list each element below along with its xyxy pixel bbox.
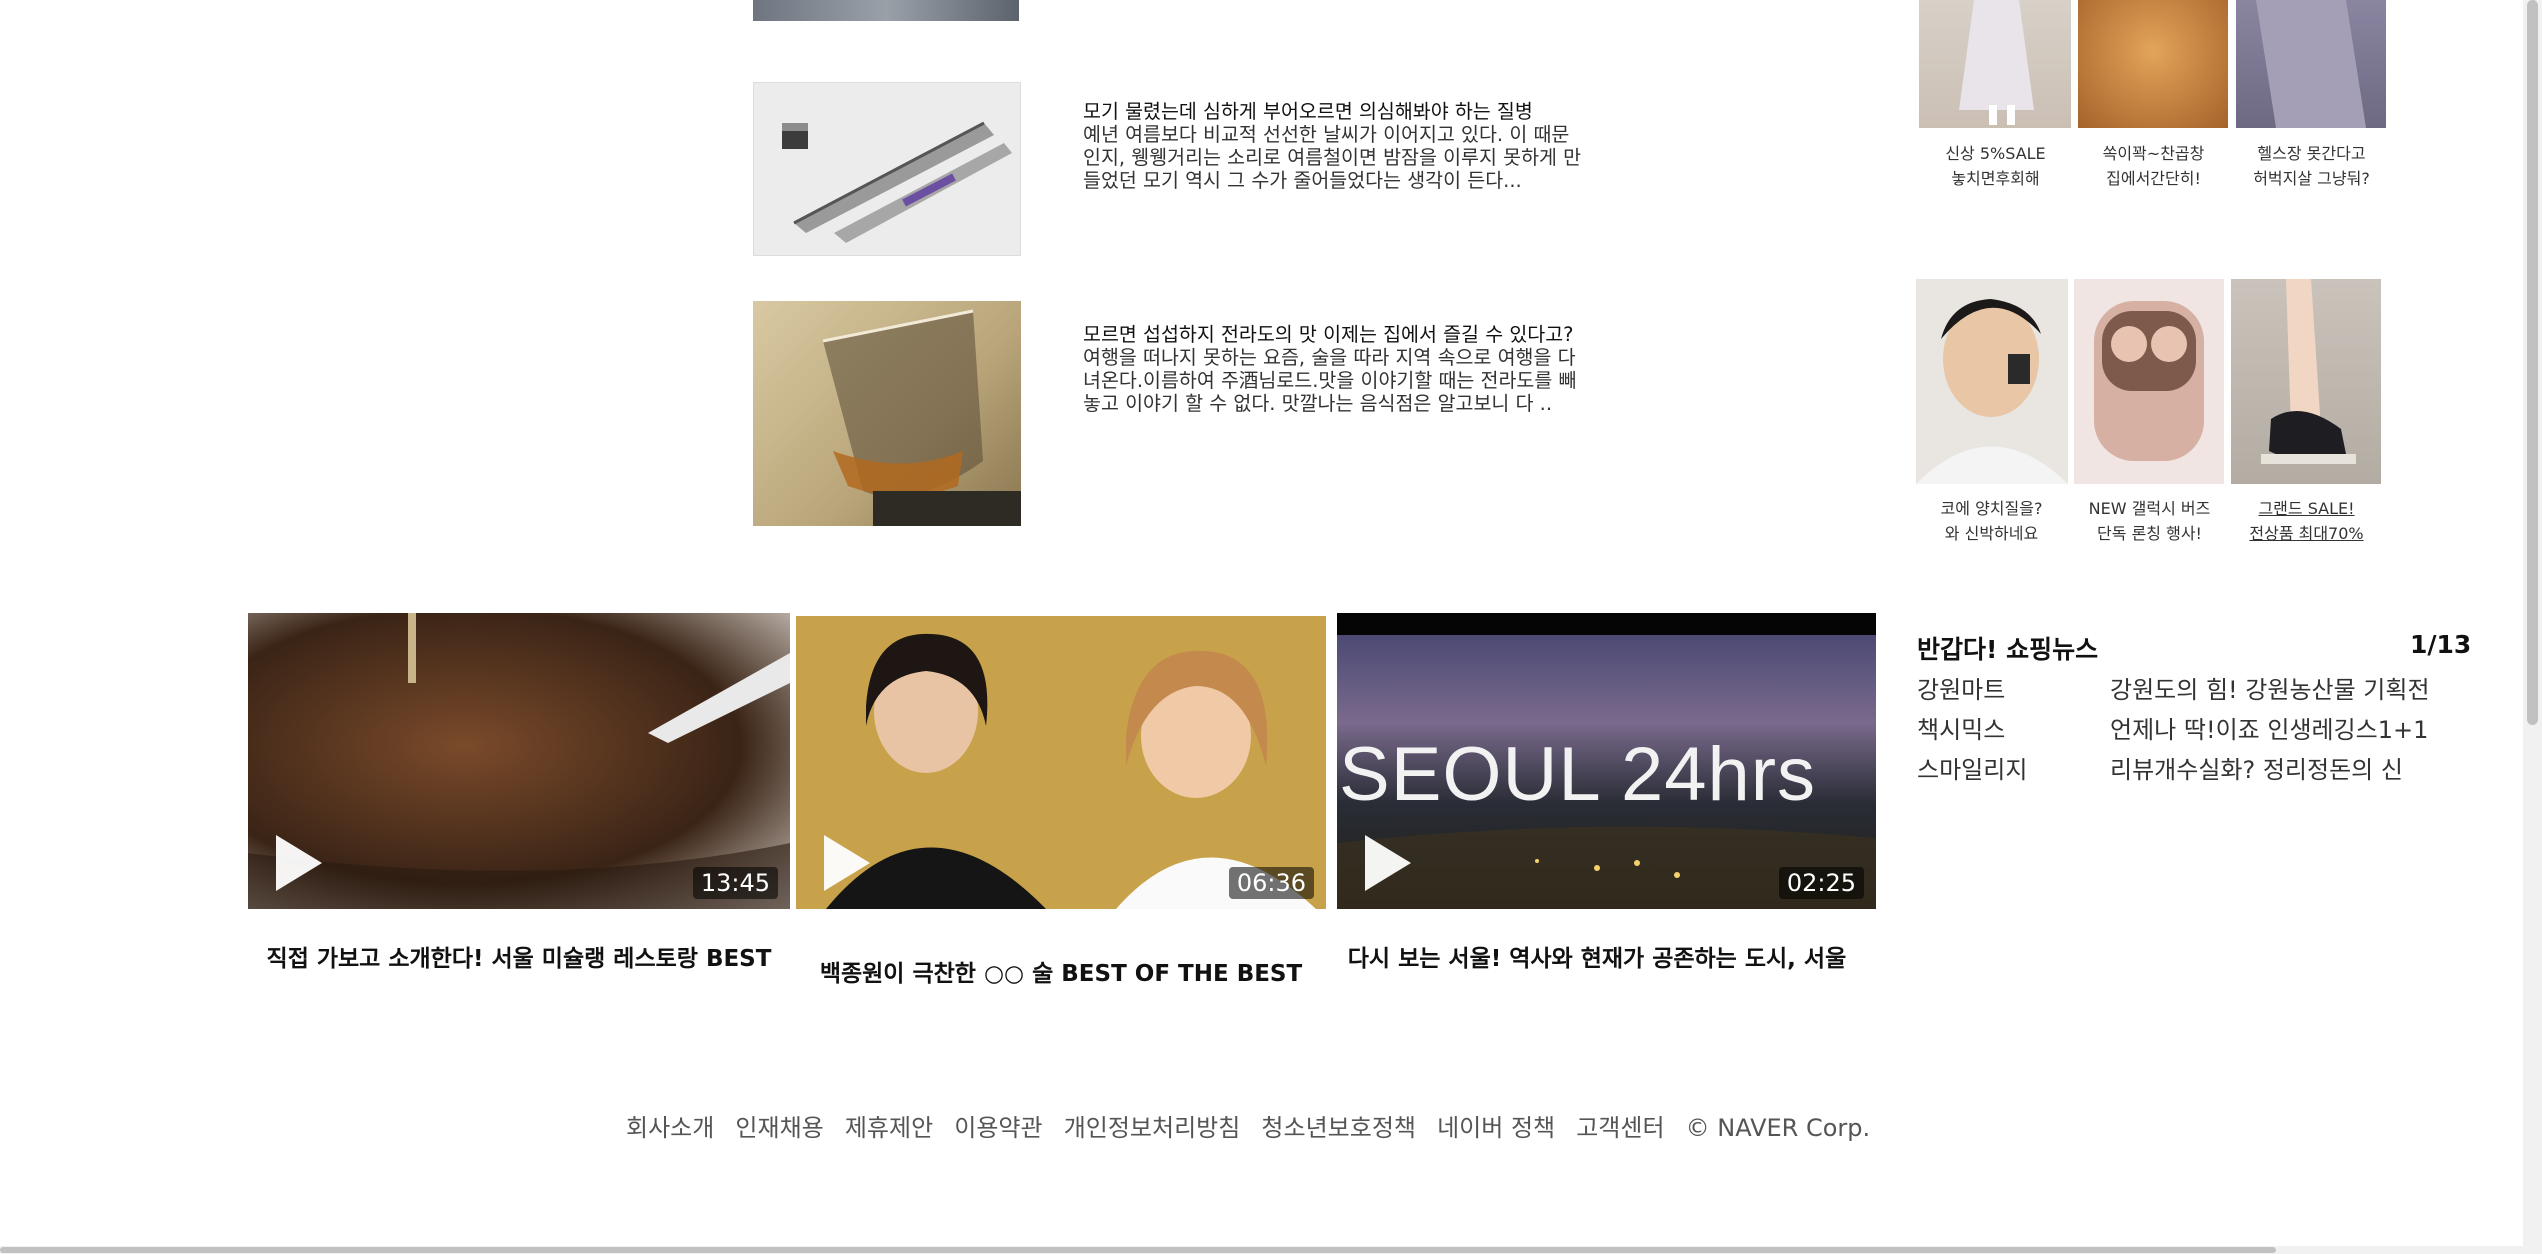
shopping-news-store[interactable]: 책시믹스: [1917, 710, 2005, 745]
city-lights-image: [1337, 826, 1876, 909]
video-title[interactable]: 다시 보는 서울! 역사와 현재가 공존하는 도시, 서울: [1337, 945, 1857, 974]
shopping-news-text[interactable]: 리뷰개수실화? 정리정돈의 신: [2110, 750, 2403, 785]
shopping-news-text[interactable]: 강원도의 힘! 강원농산물 기획전: [2110, 670, 2430, 705]
video-duration: 02:25: [1778, 867, 1864, 899]
shop-ad-caption[interactable]: 헬스장 못간다고 허벅지살 그냥둬?: [2234, 141, 2389, 191]
video-duration: 13:45: [692, 867, 778, 899]
caption-line: 쏙이꽉~찬곱창: [2102, 144, 2205, 163]
skirt-image: [1959, 0, 2034, 125]
play-icon[interactable]: [276, 835, 322, 891]
caption-line: 코에 양치질을?: [1940, 499, 2043, 518]
shop-ad-image[interactable]: [2074, 279, 2224, 484]
vertical-scrollbar[interactable]: [2523, 0, 2542, 1246]
video-duration: 06:36: [1228, 867, 1314, 899]
scrollbar-thumb[interactable]: [0, 1247, 2276, 1253]
shop-ad-caption[interactable]: NEW 갤럭시 버즈 단독 론칭 행사!: [2072, 496, 2227, 546]
caption-line: 신상 5%SALE: [1945, 144, 2046, 163]
article-thumbnail-clipped[interactable]: [753, 0, 1019, 21]
footer-copyright: © NAVER Corp.: [1685, 1114, 1871, 1142]
video-card-thumbnail[interactable]: SEOUL 24hrs 02:25: [1337, 613, 1876, 909]
sandal-image: [2261, 279, 2356, 464]
shop-ad-caption[interactable]: 코에 양치질을? 와 신박하네요: [1914, 496, 2069, 546]
caption-line: NEW 갤럭시 버즈: [2088, 499, 2211, 518]
article-excerpt: 여행을 떠나지 못하는 요즘, 술을 따라 지역 속으로 여행을 다녀온다.이름…: [1083, 346, 1577, 415]
play-icon[interactable]: [824, 835, 870, 891]
footer-link-company[interactable]: 회사소개: [626, 1114, 714, 1142]
person-image: [1916, 299, 2068, 484]
caption-line: 집에서간단히!: [2106, 169, 2201, 188]
caption-line: 와 신박하네요: [1944, 524, 2039, 543]
video-card-thumbnail[interactable]: 06:36: [796, 616, 1326, 909]
caption-line: 단독 론칭 행사!: [2097, 524, 2202, 543]
footer-link-terms[interactable]: 이용약관: [954, 1114, 1042, 1142]
two-people-image: [826, 633, 1316, 909]
shop-ad-caption[interactable]: 쏙이꽉~찬곱창 집에서간단히!: [2076, 141, 2231, 191]
article-excerpt: 예년 여름보다 비교적 선선한 날씨가 이어지고 있다. 이 때문인지, 웽웽거…: [1083, 123, 1582, 192]
metal-tool-image: [782, 121, 1012, 243]
video-title[interactable]: 백종원이 극찬한 ○○ 술 BEST OF THE BEST: [796, 960, 1326, 989]
horizontal-scrollbar[interactable]: [0, 1246, 2542, 1254]
play-icon[interactable]: [1365, 835, 1411, 891]
video-card-thumbnail[interactable]: 13:45: [248, 613, 790, 909]
article-item[interactable]: 모르면 섭섭하지 전라도의 맛 이제는 집에서 즐길 수 있다고? 여행을 떠나…: [1083, 323, 1583, 415]
shop-ad-image[interactable]: [2231, 279, 2381, 484]
caption-line: 헬스장 못간다고: [2257, 144, 2366, 163]
caption-line: 그랜드 SALE!: [2258, 499, 2355, 518]
shop-ad-caption[interactable]: 신상 5%SALE 놓치면후회해: [1918, 141, 2073, 191]
video-title[interactable]: 직접 가보고 소개한다! 서울 미슐랭 레스토랑 BEST: [262, 945, 776, 974]
article-thumbnail-mosquito[interactable]: [753, 82, 1021, 256]
footer-link-youth[interactable]: 청소년보호정책: [1261, 1114, 1416, 1142]
caption-line: 허벅지살 그냥둬?: [2253, 169, 2370, 188]
article-item[interactable]: 모기 물렸는데 심하게 부어오르면 의심해봐야 하는 질병 예년 여름보다 비교…: [1083, 100, 1583, 192]
earbuds-case-image: [2094, 301, 2204, 461]
shop-ad-image[interactable]: [1916, 279, 2068, 484]
shop-ad-image[interactable]: [2236, 0, 2386, 128]
footer-link-help[interactable]: 고객센터: [1576, 1114, 1664, 1142]
footer-link-policy[interactable]: 네이버 정책: [1437, 1114, 1555, 1142]
shopping-news-store[interactable]: 강원마트: [1917, 670, 2005, 705]
article-title[interactable]: 모르면 섭섭하지 전라도의 맛 이제는 집에서 즐길 수 있다고?: [1083, 323, 1583, 346]
scrollbar-thumb[interactable]: [2527, 0, 2538, 725]
shopping-news-heading: 반갑다! 쇼핑뉴스: [1917, 635, 2099, 664]
shop-ad-image[interactable]: [1919, 0, 2071, 128]
footer-link-recruit[interactable]: 인재채용: [735, 1114, 823, 1142]
footer-link-partnership[interactable]: 제휴제안: [845, 1114, 933, 1142]
shopping-news-pager: 1/13: [2410, 630, 2472, 659]
shop-ad-image[interactable]: [2078, 0, 2228, 128]
article-title[interactable]: 모기 물렸는데 심하게 부어오르면 의심해봐야 하는 질병: [1083, 100, 1583, 123]
leg-image: [2256, 0, 2366, 128]
food-image: [248, 613, 790, 909]
footer-link-privacy[interactable]: 개인정보처리방침: [1064, 1114, 1241, 1142]
caption-line: 전상품 최대70%: [2249, 524, 2364, 543]
article-thumbnail-liquor[interactable]: [753, 301, 1021, 526]
footer: 회사소개 인재채용 제휴제안 이용약관 개인정보처리방침 청소년보호정책 네이버…: [626, 1108, 1870, 1143]
shopping-news-store[interactable]: 스마일리지: [1917, 750, 2027, 785]
shop-ad-caption[interactable]: 그랜드 SALE! 전상품 최대70%: [2229, 496, 2384, 546]
shopping-news-text[interactable]: 언제나 딱!이죠 인생레깅스1+1: [2110, 710, 2428, 745]
glass-image: [822, 309, 1021, 526]
caption-line: 놓치면후회해: [1951, 169, 2040, 188]
